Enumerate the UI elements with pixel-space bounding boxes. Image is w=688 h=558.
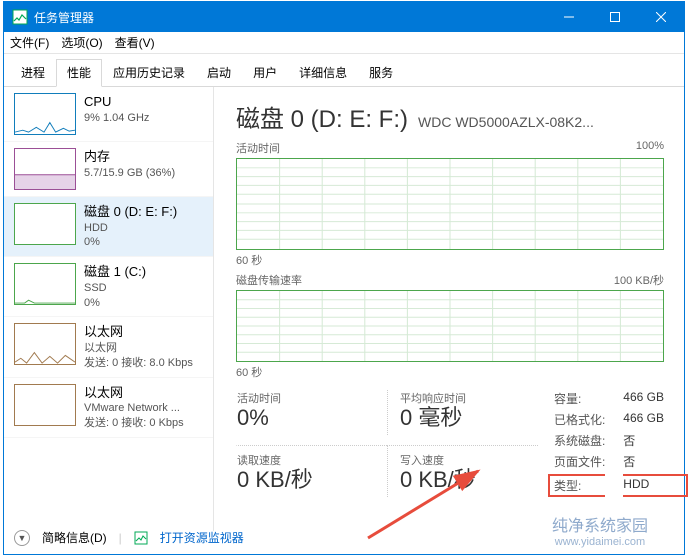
stat-read-label: 读取速度 — [237, 452, 387, 468]
disk-thumb — [14, 263, 76, 305]
maximize-button[interactable] — [592, 2, 638, 32]
info-system-value: 否 — [623, 432, 664, 449]
sidebar-item-label: 磁盘 1 (C:) — [84, 263, 146, 281]
graph2-label: 磁盘传输速率 — [236, 272, 302, 288]
info-capacity-label: 容量: — [554, 390, 605, 407]
tab-services[interactable]: 服务 — [358, 59, 404, 87]
graph1-label: 活动时间 — [236, 140, 280, 156]
cpu-thumb — [14, 93, 76, 135]
info-type-label: 类型: — [548, 474, 605, 497]
tab-startup[interactable]: 启动 — [196, 59, 242, 87]
stat-active-value: 0% — [237, 406, 387, 430]
window-title: 任务管理器 — [34, 9, 546, 26]
sidebar-item-disk1[interactable]: 磁盘 1 (C:)SSD0% — [4, 257, 213, 317]
tab-details[interactable]: 详细信息 — [288, 59, 358, 87]
perf-sidebar: CPU9% 1.04 GHz 内存5.7/15.9 GB (36%) 磁盘 0 … — [4, 87, 214, 531]
resource-monitor-icon — [134, 531, 148, 545]
stat-resp-label: 平均响应时间 — [400, 390, 538, 406]
sidebar-item-label: 内存 — [84, 148, 175, 166]
menubar: 文件(F) 选项(O) 查看(V) — [4, 32, 684, 54]
stat-active-label: 活动时间 — [237, 390, 387, 406]
eth-thumb — [14, 323, 76, 365]
tab-performance[interactable]: 性能 — [56, 59, 102, 87]
graph1-xaxis: 60 秒 — [236, 252, 664, 268]
sidebar-item-label: CPU — [84, 93, 149, 111]
info-system-label: 系统磁盘: — [554, 432, 605, 449]
info-capacity-value: 466 GB — [623, 390, 664, 407]
fewer-details-link[interactable]: 简略信息(D) — [42, 529, 107, 546]
info-pagefile-label: 页面文件: — [554, 453, 605, 470]
info-pagefile-value: 否 — [623, 453, 664, 470]
close-button[interactable] — [638, 2, 684, 32]
menu-file[interactable]: 文件(F) — [10, 34, 49, 51]
sidebar-item-ethernet-2[interactable]: 以太网VMware Network ...发送: 0 接收: 0 Kbps — [4, 378, 213, 438]
mem-thumb — [14, 148, 76, 190]
disk-info-table: 容量:466 GB 已格式化:466 GB 系统磁盘:否 页面文件:否 类型:H… — [554, 390, 664, 497]
graph2-xaxis: 60 秒 — [236, 364, 664, 380]
info-formatted-value: 466 GB — [623, 411, 664, 428]
footer: ▼ 简略信息(D) | 打开资源监视器 — [14, 529, 674, 546]
sidebar-item-disk0[interactable]: 磁盘 0 (D: E: F:)HDD0% — [4, 197, 213, 257]
transfer-graph[interactable] — [236, 290, 664, 362]
tab-strip: 进程 性能 应用历史记录 启动 用户 详细信息 服务 — [4, 54, 684, 87]
graph1-max: 100% — [636, 140, 664, 156]
open-resource-monitor-link[interactable]: 打开资源监视器 — [160, 529, 244, 546]
tab-app-history[interactable]: 应用历史记录 — [102, 59, 196, 87]
sidebar-item-label: 以太网 — [84, 323, 193, 341]
menu-view[interactable]: 查看(V) — [115, 34, 155, 51]
eth-thumb — [14, 384, 76, 426]
app-icon — [12, 9, 28, 25]
sidebar-item-label: 磁盘 0 (D: E: F:) — [84, 203, 177, 221]
minimize-button[interactable] — [546, 2, 592, 32]
sidebar-item-label: 以太网 — [84, 384, 184, 402]
collapse-icon[interactable]: ▼ — [14, 530, 30, 546]
disk-title: 磁盘 0 (D: E: F:) — [236, 99, 408, 134]
stat-write-label: 写入速度 — [400, 452, 538, 468]
graph2-max: 100 KB/秒 — [614, 272, 664, 288]
activity-graph[interactable] — [236, 158, 664, 250]
tab-users[interactable]: 用户 — [242, 59, 288, 87]
stat-read-value: 0 KB/秒 — [237, 468, 387, 492]
titlebar: 任务管理器 — [4, 2, 684, 32]
info-formatted-label: 已格式化: — [554, 411, 605, 428]
stat-resp-value: 0 毫秒 — [400, 406, 538, 430]
disk-thumb — [14, 203, 76, 245]
sidebar-item-cpu[interactable]: CPU9% 1.04 GHz — [4, 87, 213, 142]
sidebar-item-memory[interactable]: 内存5.7/15.9 GB (36%) — [4, 142, 213, 197]
info-type-value: HDD — [623, 474, 688, 497]
menu-options[interactable]: 选项(O) — [61, 34, 102, 51]
sidebar-item-ethernet-1[interactable]: 以太网以太网发送: 0 接收: 8.0 Kbps — [4, 317, 213, 377]
perf-main-panel: 磁盘 0 (D: E: F:) WDC WD5000AZLX-08K2... 活… — [214, 87, 684, 531]
tab-processes[interactable]: 进程 — [10, 59, 56, 87]
disk-model: WDC WD5000AZLX-08K2... — [418, 114, 664, 130]
stat-write-value: 0 KB/秒 — [400, 468, 538, 492]
